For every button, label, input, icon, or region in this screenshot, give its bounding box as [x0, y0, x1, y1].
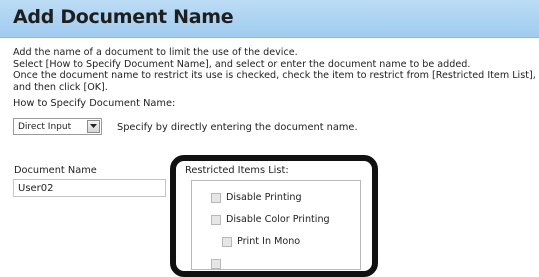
description: Add the name of a document to limit the …: [13, 47, 539, 93]
chevron-down-icon: [90, 124, 97, 128]
document-name-input[interactable]: [13, 179, 166, 197]
document-name-label: Document Name: [14, 165, 97, 176]
dropdown-button[interactable]: [87, 120, 100, 133]
specify-hint: Specify by directly entering the documen…: [117, 122, 358, 133]
description-line: Add the name of a document to limit the …: [13, 47, 298, 58]
how-to-specify-label: How to Specify Document Name:: [13, 98, 176, 109]
description-line: Once the document name to restrict its u…: [13, 70, 536, 81]
how-to-specify-select[interactable]: Direct Input: [13, 118, 102, 135]
page-header: Add Document Name: [0, 0, 539, 38]
highlight-callout: [170, 155, 378, 277]
description-line: Select [How to Specify Document Name], a…: [13, 58, 471, 70]
select-value: Direct Input: [18, 122, 72, 132]
page-title: Add Document Name: [13, 6, 234, 28]
description-line: and then click [OK].: [13, 81, 108, 93]
